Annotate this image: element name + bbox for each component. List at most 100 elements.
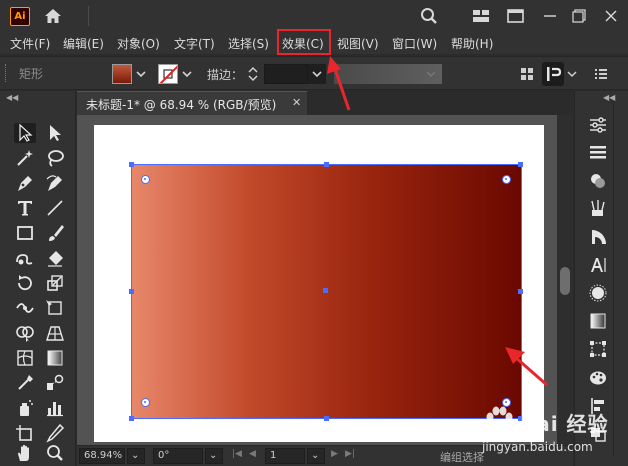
lasso-tool-icon[interactable] bbox=[44, 148, 66, 168]
magic-wand-tool-icon[interactable] bbox=[14, 148, 36, 168]
collapse-tools-icon[interactable]: ◀◀ bbox=[6, 93, 18, 102]
menu-edit[interactable]: 编辑(E) bbox=[63, 35, 104, 52]
resize-handle-top-right[interactable] bbox=[518, 162, 523, 167]
pen-tool-icon[interactable] bbox=[14, 173, 36, 193]
rectangle-tool-icon[interactable] bbox=[14, 223, 36, 243]
artboard[interactable] bbox=[94, 125, 544, 442]
symbol-sprayer-tool-icon[interactable] bbox=[14, 398, 36, 418]
gradient-icon[interactable] bbox=[587, 311, 609, 331]
artboard-tool-icon[interactable] bbox=[14, 423, 36, 443]
menu-select[interactable]: 选择(S) bbox=[228, 35, 269, 52]
panel-menu-icon[interactable] bbox=[593, 66, 609, 82]
home-icon[interactable] bbox=[42, 6, 64, 26]
corner-radius-widget-top-right[interactable] bbox=[502, 175, 511, 184]
control-bar-grip[interactable] bbox=[5, 64, 7, 82]
transform-icon[interactable] bbox=[587, 339, 609, 359]
curvature-tool-icon[interactable] bbox=[44, 173, 66, 193]
last-artboard-icon[interactable]: ▶| bbox=[345, 449, 355, 459]
brushes-icon[interactable] bbox=[587, 198, 609, 218]
color-icon[interactable] bbox=[587, 171, 609, 191]
mesh-tool-icon[interactable] bbox=[14, 348, 36, 368]
artboard-dropdown-chevron-icon[interactable]: ⌄ bbox=[307, 448, 325, 464]
canvas-annotation-arrow bbox=[505, 347, 548, 387]
symbols-icon[interactable] bbox=[587, 227, 609, 247]
menu-window[interactable]: 窗口(W) bbox=[392, 35, 437, 52]
control-bar: 矩形 描边： bbox=[0, 56, 628, 90]
character-icon[interactable] bbox=[587, 255, 609, 275]
resize-handle-bottom-left[interactable] bbox=[129, 416, 134, 421]
resize-handle-middle-left[interactable] bbox=[129, 289, 134, 294]
previous-artboard-icon[interactable]: ◀ bbox=[249, 449, 256, 459]
free-transform-tool-icon[interactable] bbox=[44, 298, 66, 318]
stroke-weight-input[interactable] bbox=[264, 64, 308, 84]
blend-tool-icon[interactable] bbox=[44, 373, 66, 393]
document-tab-title[interactable]: 未标题-1* @ 68.94 % (RGB/预览) bbox=[86, 96, 276, 113]
rotation-angle-field[interactable]: 0° bbox=[153, 448, 203, 464]
search-icon[interactable] bbox=[418, 6, 440, 26]
menu-type[interactable]: 文字(T) bbox=[174, 35, 215, 52]
align-grid-icon[interactable] bbox=[518, 65, 536, 83]
menu-help[interactable]: 帮助(H) bbox=[451, 35, 493, 52]
baidu-jingyan-watermark: Bai 经验 jingyan.baidu.com bbox=[478, 404, 628, 466]
menu-object[interactable]: 对象(O) bbox=[117, 35, 160, 52]
vertical-scroll-thumb[interactable] bbox=[560, 267, 570, 295]
type-tool-icon[interactable] bbox=[14, 198, 36, 218]
zoom-dropdown-chevron-icon[interactable]: ⌄ bbox=[127, 448, 145, 464]
panel-dock-divider bbox=[613, 101, 614, 456]
direct-selection-tool-icon[interactable] bbox=[44, 123, 66, 143]
app-title-bar: Ai bbox=[0, 0, 628, 32]
baidu-paw-logo-icon bbox=[486, 406, 513, 434]
width-tool-icon[interactable] bbox=[14, 298, 36, 318]
stroke-weight-stepper[interactable] bbox=[245, 64, 261, 84]
appearance-icon[interactable] bbox=[587, 283, 609, 303]
perspective-grid-tool-icon[interactable] bbox=[44, 323, 66, 343]
selection-tool-icon[interactable] bbox=[14, 123, 36, 143]
hand-tool-icon[interactable] bbox=[14, 443, 36, 463]
document-tab[interactable]: 未标题-1* @ 68.94 % (RGB/预览) ✕ bbox=[77, 91, 307, 115]
menu-annotation-arrow bbox=[327, 56, 351, 111]
line-segment-tool-icon[interactable] bbox=[44, 198, 66, 218]
menu-file[interactable]: 文件(F) bbox=[10, 35, 50, 52]
paintbrush-tool-icon[interactable] bbox=[44, 223, 66, 243]
graphic-styles-icon[interactable] bbox=[587, 368, 609, 388]
stroke-color-swatch[interactable] bbox=[158, 64, 178, 84]
arrange-documents-icon[interactable] bbox=[505, 6, 527, 26]
workspace-switcher-icon[interactable] bbox=[470, 6, 492, 26]
resize-handle-top-middle[interactable] bbox=[324, 162, 329, 167]
corner-radius-widget-bottom-left[interactable] bbox=[141, 398, 150, 407]
resize-handle-bottom-middle[interactable] bbox=[324, 416, 329, 421]
eyedropper-tool-icon[interactable] bbox=[14, 373, 36, 393]
gradient-tool-icon[interactable] bbox=[44, 348, 66, 368]
next-artboard-icon[interactable]: ▶ bbox=[331, 449, 338, 459]
minimize-icon[interactable] bbox=[539, 6, 561, 26]
close-tab-icon[interactable]: ✕ bbox=[292, 96, 301, 109]
canvas-area[interactable] bbox=[77, 115, 557, 445]
scale-tool-icon[interactable] bbox=[44, 273, 66, 293]
column-graph-tool-icon[interactable] bbox=[44, 398, 66, 418]
shape-builder-tool-icon[interactable] bbox=[14, 323, 36, 343]
menu-view[interactable]: 视图(V) bbox=[337, 35, 379, 52]
corner-radius-widget-top-left[interactable] bbox=[141, 175, 150, 184]
stroke-weight-dropdown[interactable] bbox=[308, 64, 326, 84]
rotate-tool-icon[interactable] bbox=[14, 273, 36, 293]
zoom-tool-icon[interactable] bbox=[44, 443, 66, 463]
properties-icon[interactable] bbox=[587, 115, 609, 135]
first-artboard-icon[interactable]: |◀ bbox=[232, 449, 242, 459]
zoom-level-field[interactable]: 68.94% bbox=[79, 448, 125, 464]
resize-handle-middle-right[interactable] bbox=[518, 289, 523, 294]
vertical-scrollbar[interactable] bbox=[557, 115, 573, 445]
stroke-dropdown-chevron-icon[interactable] bbox=[180, 65, 194, 83]
slice-tool-icon[interactable] bbox=[44, 423, 66, 443]
close-icon[interactable] bbox=[600, 6, 622, 26]
artboard-number-field[interactable]: 1 bbox=[265, 448, 305, 464]
properties-toggle-icon[interactable] bbox=[542, 62, 577, 86]
angle-dropdown-chevron-icon[interactable]: ⌄ bbox=[205, 448, 223, 464]
layers-icon[interactable] bbox=[587, 142, 609, 162]
eraser-tool-icon[interactable] bbox=[44, 248, 66, 268]
maximize-icon[interactable] bbox=[569, 6, 591, 26]
fill-dropdown-chevron-icon[interactable] bbox=[134, 65, 148, 83]
fill-color-swatch[interactable] bbox=[112, 64, 132, 84]
resize-handle-top-left[interactable] bbox=[129, 162, 134, 167]
stroke-weight-label[interactable]: 描边： bbox=[207, 66, 243, 83]
shaper-tool-icon[interactable] bbox=[14, 248, 36, 268]
